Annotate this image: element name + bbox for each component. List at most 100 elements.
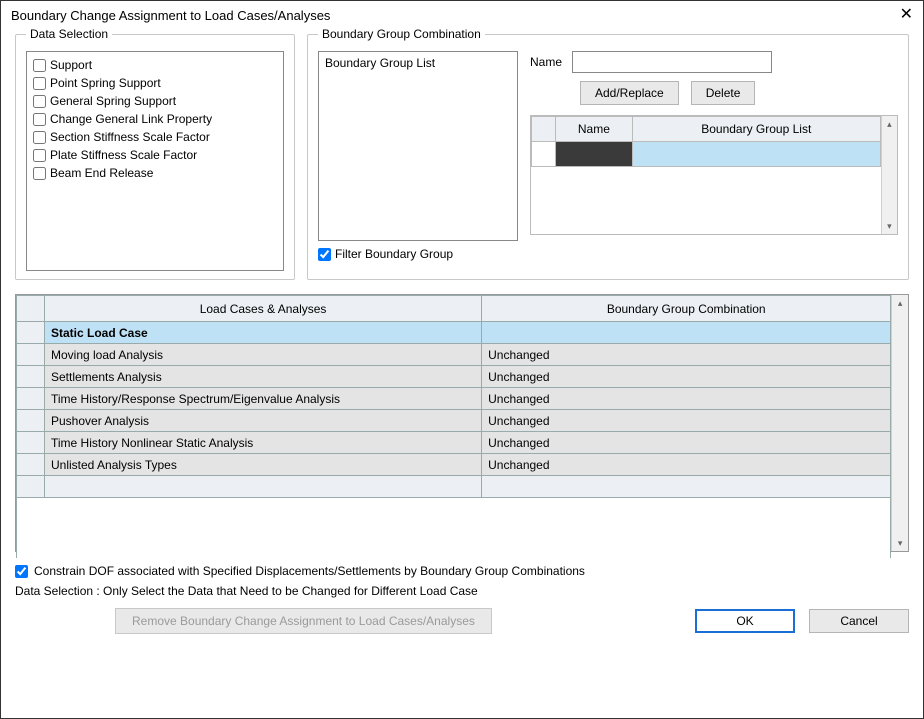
checkbox-support[interactable] — [33, 59, 46, 72]
table-row[interactable]: Moving load Analysis Unchanged — [17, 344, 891, 366]
table-row-empty — [17, 476, 891, 498]
delete-button[interactable]: Delete — [691, 81, 756, 105]
note-text: Data Selection : Only Select the Data th… — [15, 584, 909, 598]
bgl-header-label: Boundary Group List — [325, 56, 435, 70]
name-input[interactable] — [572, 51, 772, 73]
dialog-window: Boundary Change Assignment to Load Cases… — [0, 0, 924, 719]
list-item[interactable]: Change General Link Property — [33, 110, 277, 128]
grid-cell-load[interactable]: Pushover Analysis — [45, 410, 482, 432]
top-row: Data Selection Support Point Spring Supp… — [15, 27, 909, 280]
grid-cell-name[interactable] — [556, 142, 633, 167]
table-row-empty — [532, 167, 881, 234]
grid-header-list: Boundary Group List — [632, 117, 880, 142]
constrain-dof-checkbox[interactable] — [15, 565, 28, 578]
grid-stub-header — [532, 117, 556, 142]
filter-label: Filter Boundary Group — [335, 247, 453, 261]
button-row: Add/Replace Delete — [530, 81, 898, 105]
list-item-label: General Spring Support — [50, 92, 176, 110]
list-item-label: Section Stiffness Scale Factor — [50, 128, 210, 146]
grid-stub-cell — [17, 344, 45, 366]
checkbox-beam-end-release[interactable] — [33, 167, 46, 180]
content-area: Data Selection Support Point Spring Supp… — [1, 27, 923, 644]
cancel-button[interactable]: Cancel — [809, 609, 909, 633]
grid-cell-load[interactable]: Unlisted Analysis Types — [45, 454, 482, 476]
grid-stub-cell — [17, 388, 45, 410]
data-selection-list[interactable]: Support Point Spring Support General Spr… — [26, 51, 284, 271]
action-row: Remove Boundary Change Assignment to Loa… — [15, 608, 909, 634]
scrollbar[interactable]: ▴ ▾ — [881, 116, 897, 234]
list-item-label: Change General Link Property — [50, 110, 212, 128]
list-item-label: Beam End Release — [50, 164, 153, 182]
table-row[interactable]: Settlements Analysis Unchanged — [17, 366, 891, 388]
table-row[interactable]: Unlisted Analysis Types Unchanged — [17, 454, 891, 476]
bgc-inner: Boundary Group List Filter Boundary Grou… — [318, 51, 898, 261]
grid-cell-load[interactable]: Moving load Analysis — [45, 344, 482, 366]
filter-boundary-group-checkbox[interactable] — [318, 248, 331, 261]
list-item[interactable]: Support — [33, 56, 277, 74]
scrollbar[interactable]: ▴ ▾ — [891, 295, 908, 551]
grid-cell-load[interactable]: Time History Nonlinear Static Analysis — [45, 432, 482, 454]
filter-row: Filter Boundary Group — [318, 247, 518, 261]
table-row[interactable] — [532, 142, 881, 167]
grid-cell-load[interactable]: Settlements Analysis — [45, 366, 482, 388]
add-replace-button[interactable]: Add/Replace — [580, 81, 679, 105]
grid-stub-cell — [532, 142, 556, 167]
scroll-down-icon[interactable]: ▾ — [882, 218, 897, 234]
scroll-up-icon[interactable]: ▴ — [892, 295, 908, 311]
list-item[interactable]: Plate Stiffness Scale Factor — [33, 146, 277, 164]
titlebar: Boundary Change Assignment to Load Cases… — [1, 1, 923, 27]
bgl-column: Boundary Group List Filter Boundary Grou… — [318, 51, 518, 261]
grid-cell-load[interactable]: Static Load Case — [45, 322, 482, 344]
dialog-title: Boundary Change Assignment to Load Cases… — [11, 8, 330, 23]
data-selection-legend: Data Selection — [26, 27, 112, 41]
main-grid-header-bgc: Boundary Group Combination — [482, 296, 891, 322]
checkbox-point-spring[interactable] — [33, 77, 46, 90]
bgc-grid-wrap: Name Boundary Group List — [530, 115, 898, 235]
grid-cell-bgc[interactable]: Unchanged — [482, 366, 891, 388]
checkbox-change-link[interactable] — [33, 113, 46, 126]
grid-cell-bgc[interactable] — [482, 322, 891, 344]
grid-cell-bgc[interactable]: Unchanged — [482, 454, 891, 476]
list-item[interactable]: Beam End Release — [33, 164, 277, 182]
remove-assignment-button: Remove Boundary Change Assignment to Loa… — [115, 608, 492, 634]
main-grid[interactable]: Load Cases & Analyses Boundary Group Com… — [16, 295, 891, 558]
checkbox-section-stiffness[interactable] — [33, 131, 46, 144]
ok-button[interactable]: OK — [695, 609, 795, 633]
grid-header-name: Name — [556, 117, 633, 142]
bgc-grid[interactable]: Name Boundary Group List — [531, 116, 881, 234]
table-whitespace — [17, 498, 891, 558]
boundary-group-list-box[interactable]: Boundary Group List — [318, 51, 518, 241]
grid-stub-cell — [17, 322, 45, 344]
scroll-down-icon[interactable]: ▾ — [892, 535, 908, 551]
bgc-legend: Boundary Group Combination — [318, 27, 485, 41]
grid-stub-cell — [17, 432, 45, 454]
main-grid-header-load: Load Cases & Analyses — [45, 296, 482, 322]
grid-cell-load[interactable]: Time History/Response Spectrum/Eigenvalu… — [45, 388, 482, 410]
table-row[interactable]: Pushover Analysis Unchanged — [17, 410, 891, 432]
table-row[interactable]: Time History/Response Spectrum/Eigenvalu… — [17, 388, 891, 410]
boundary-group-combination-group: Boundary Group Combination Boundary Grou… — [307, 27, 909, 280]
name-row: Name — [530, 51, 898, 73]
grid-cell-list[interactable] — [632, 142, 880, 167]
bgc-right-column: Name Add/Replace Delete Name — [530, 51, 898, 235]
list-item[interactable]: Section Stiffness Scale Factor — [33, 128, 277, 146]
constrain-row: Constrain DOF associated with Specified … — [15, 564, 909, 578]
grid-stub-cell — [17, 454, 45, 476]
grid-cell-bgc[interactable]: Unchanged — [482, 410, 891, 432]
grid-cell-bgc[interactable]: Unchanged — [482, 388, 891, 410]
data-selection-group: Data Selection Support Point Spring Supp… — [15, 27, 295, 280]
checkbox-plate-stiffness[interactable] — [33, 149, 46, 162]
checkbox-general-spring[interactable] — [33, 95, 46, 108]
list-item-label: Point Spring Support — [50, 74, 161, 92]
table-row[interactable]: Time History Nonlinear Static Analysis U… — [17, 432, 891, 454]
grid-cell-bgc[interactable]: Unchanged — [482, 432, 891, 454]
table-row[interactable]: Static Load Case — [17, 322, 891, 344]
grid-cell-bgc[interactable]: Unchanged — [482, 344, 891, 366]
close-icon[interactable]: ✕ — [900, 7, 913, 23]
name-label: Name — [530, 55, 562, 69]
list-item[interactable]: Point Spring Support — [33, 74, 277, 92]
constrain-label: Constrain DOF associated with Specified … — [34, 564, 585, 578]
list-item-label: Support — [50, 56, 92, 74]
list-item[interactable]: General Spring Support — [33, 92, 277, 110]
scroll-up-icon[interactable]: ▴ — [882, 116, 897, 132]
